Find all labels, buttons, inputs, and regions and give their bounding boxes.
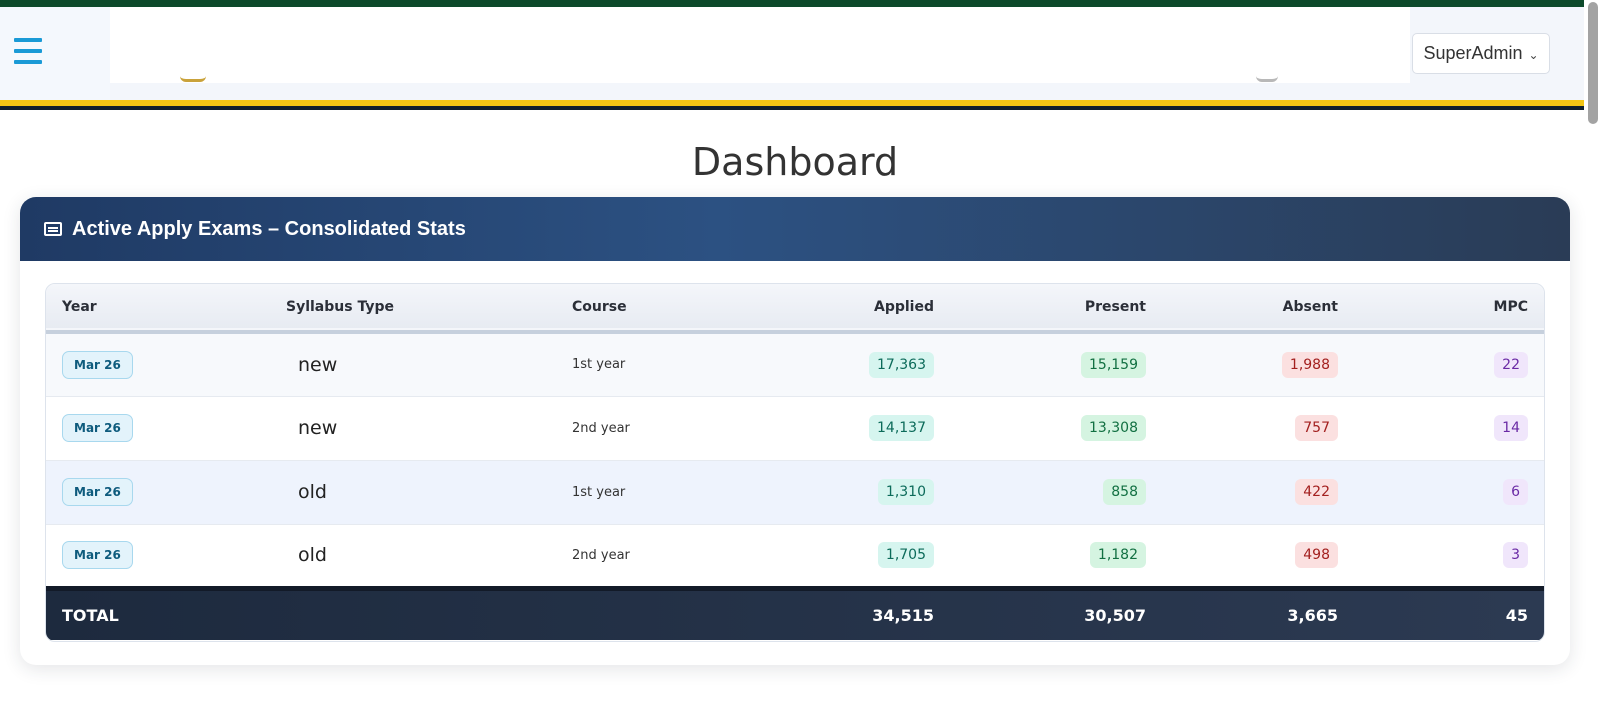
present-value: 858 bbox=[1103, 479, 1146, 505]
logo-fragment-left bbox=[180, 76, 206, 82]
page-title: Dashboard bbox=[691, 140, 899, 184]
total-applied: 34,515 bbox=[872, 605, 934, 625]
syllabus-type: old bbox=[298, 481, 327, 503]
applied-value: 1,310 bbox=[877, 479, 934, 505]
logo-fragment-right bbox=[1256, 76, 1278, 82]
scrollbar-track[interactable] bbox=[1584, 0, 1600, 722]
year-badge: Mar 26 bbox=[62, 414, 133, 442]
present-value: 15,159 bbox=[1081, 351, 1146, 378]
year-badge: Mar 26 bbox=[62, 541, 133, 569]
stats-card: Active Apply Exams – Consolidated Stats … bbox=[20, 197, 1570, 665]
absent-value: 1,988 bbox=[1281, 351, 1338, 378]
total-label: TOTAL bbox=[62, 605, 119, 625]
col-course: Course bbox=[572, 299, 627, 315]
dark-strip bbox=[0, 106, 1584, 110]
table-header-row: Year Syllabus Type Course Applied Presen… bbox=[46, 284, 1544, 332]
col-absent: Absent bbox=[1282, 299, 1338, 315]
year-badge: Mar 26 bbox=[62, 350, 133, 379]
card-header: Active Apply Exams – Consolidated Stats bbox=[20, 197, 1570, 261]
col-present: Present bbox=[1084, 299, 1146, 315]
table-row: Mar 26 new 2nd year 14,137 13,308 757 14 bbox=[46, 396, 1544, 460]
list-icon bbox=[44, 222, 62, 236]
course: 1st year bbox=[572, 484, 626, 500]
col-mpc: MPC bbox=[1493, 299, 1528, 315]
absent-value: 757 bbox=[1295, 415, 1338, 441]
course: 1st year bbox=[572, 357, 626, 373]
table-row: Mar 26 old 2nd year 1,705 1,182 498 3 bbox=[46, 524, 1544, 588]
hamburger-icon[interactable] bbox=[14, 38, 42, 64]
mpc-value: 6 bbox=[1503, 479, 1528, 505]
total-present: 30,507 bbox=[1084, 605, 1146, 625]
mpc-value: 22 bbox=[1494, 351, 1528, 378]
total-absent: 3,665 bbox=[1287, 605, 1338, 625]
total-mpc: 45 bbox=[1505, 605, 1528, 625]
total-row: TOTAL 34,515 30,507 3,665 45 bbox=[46, 588, 1544, 640]
banner-area bbox=[110, 7, 1410, 83]
present-value: 1,182 bbox=[1089, 542, 1146, 568]
syllabus-type: new bbox=[298, 417, 338, 439]
table-row: Mar 26 new 1st year 17,363 15,159 1,988 … bbox=[46, 332, 1544, 396]
mpc-value: 3 bbox=[1503, 542, 1528, 568]
stats-table-wrap: Year Syllabus Type Course Applied Presen… bbox=[45, 283, 1545, 642]
absent-value: 498 bbox=[1295, 542, 1338, 568]
total-empty bbox=[270, 588, 556, 640]
user-menu-button[interactable]: SuperAdmin ⌄ bbox=[1412, 33, 1550, 74]
year-badge: Mar 26 bbox=[62, 478, 133, 506]
total-empty bbox=[556, 588, 756, 640]
user-menu-label: SuperAdmin bbox=[1423, 43, 1523, 63]
top-navbar: SuperAdmin ⌄ bbox=[0, 0, 1584, 110]
scrollbar-thumb[interactable] bbox=[1588, 2, 1598, 124]
applied-value: 1,705 bbox=[877, 542, 934, 568]
top-green-strip bbox=[0, 0, 1584, 7]
mpc-value: 14 bbox=[1494, 415, 1528, 441]
col-year: Year bbox=[62, 299, 97, 315]
applied-value: 14,137 bbox=[869, 415, 934, 441]
chevron-down-icon: ⌄ bbox=[1528, 47, 1539, 62]
col-applied: Applied bbox=[874, 299, 934, 315]
syllabus-type: old bbox=[298, 544, 327, 566]
card-title: Active Apply Exams – Consolidated Stats bbox=[72, 217, 466, 240]
course: 2nd year bbox=[572, 420, 630, 436]
present-value: 13,308 bbox=[1081, 415, 1146, 441]
stats-table: Year Syllabus Type Course Applied Presen… bbox=[46, 284, 1544, 640]
col-syllabus-type: Syllabus Type bbox=[286, 299, 394, 315]
course: 2nd year bbox=[572, 547, 630, 563]
table-row: Mar 26 old 1st year 1,310 858 422 6 bbox=[46, 460, 1544, 524]
absent-value: 422 bbox=[1295, 479, 1338, 505]
applied-value: 17,363 bbox=[869, 351, 934, 378]
syllabus-type: new bbox=[298, 353, 338, 376]
